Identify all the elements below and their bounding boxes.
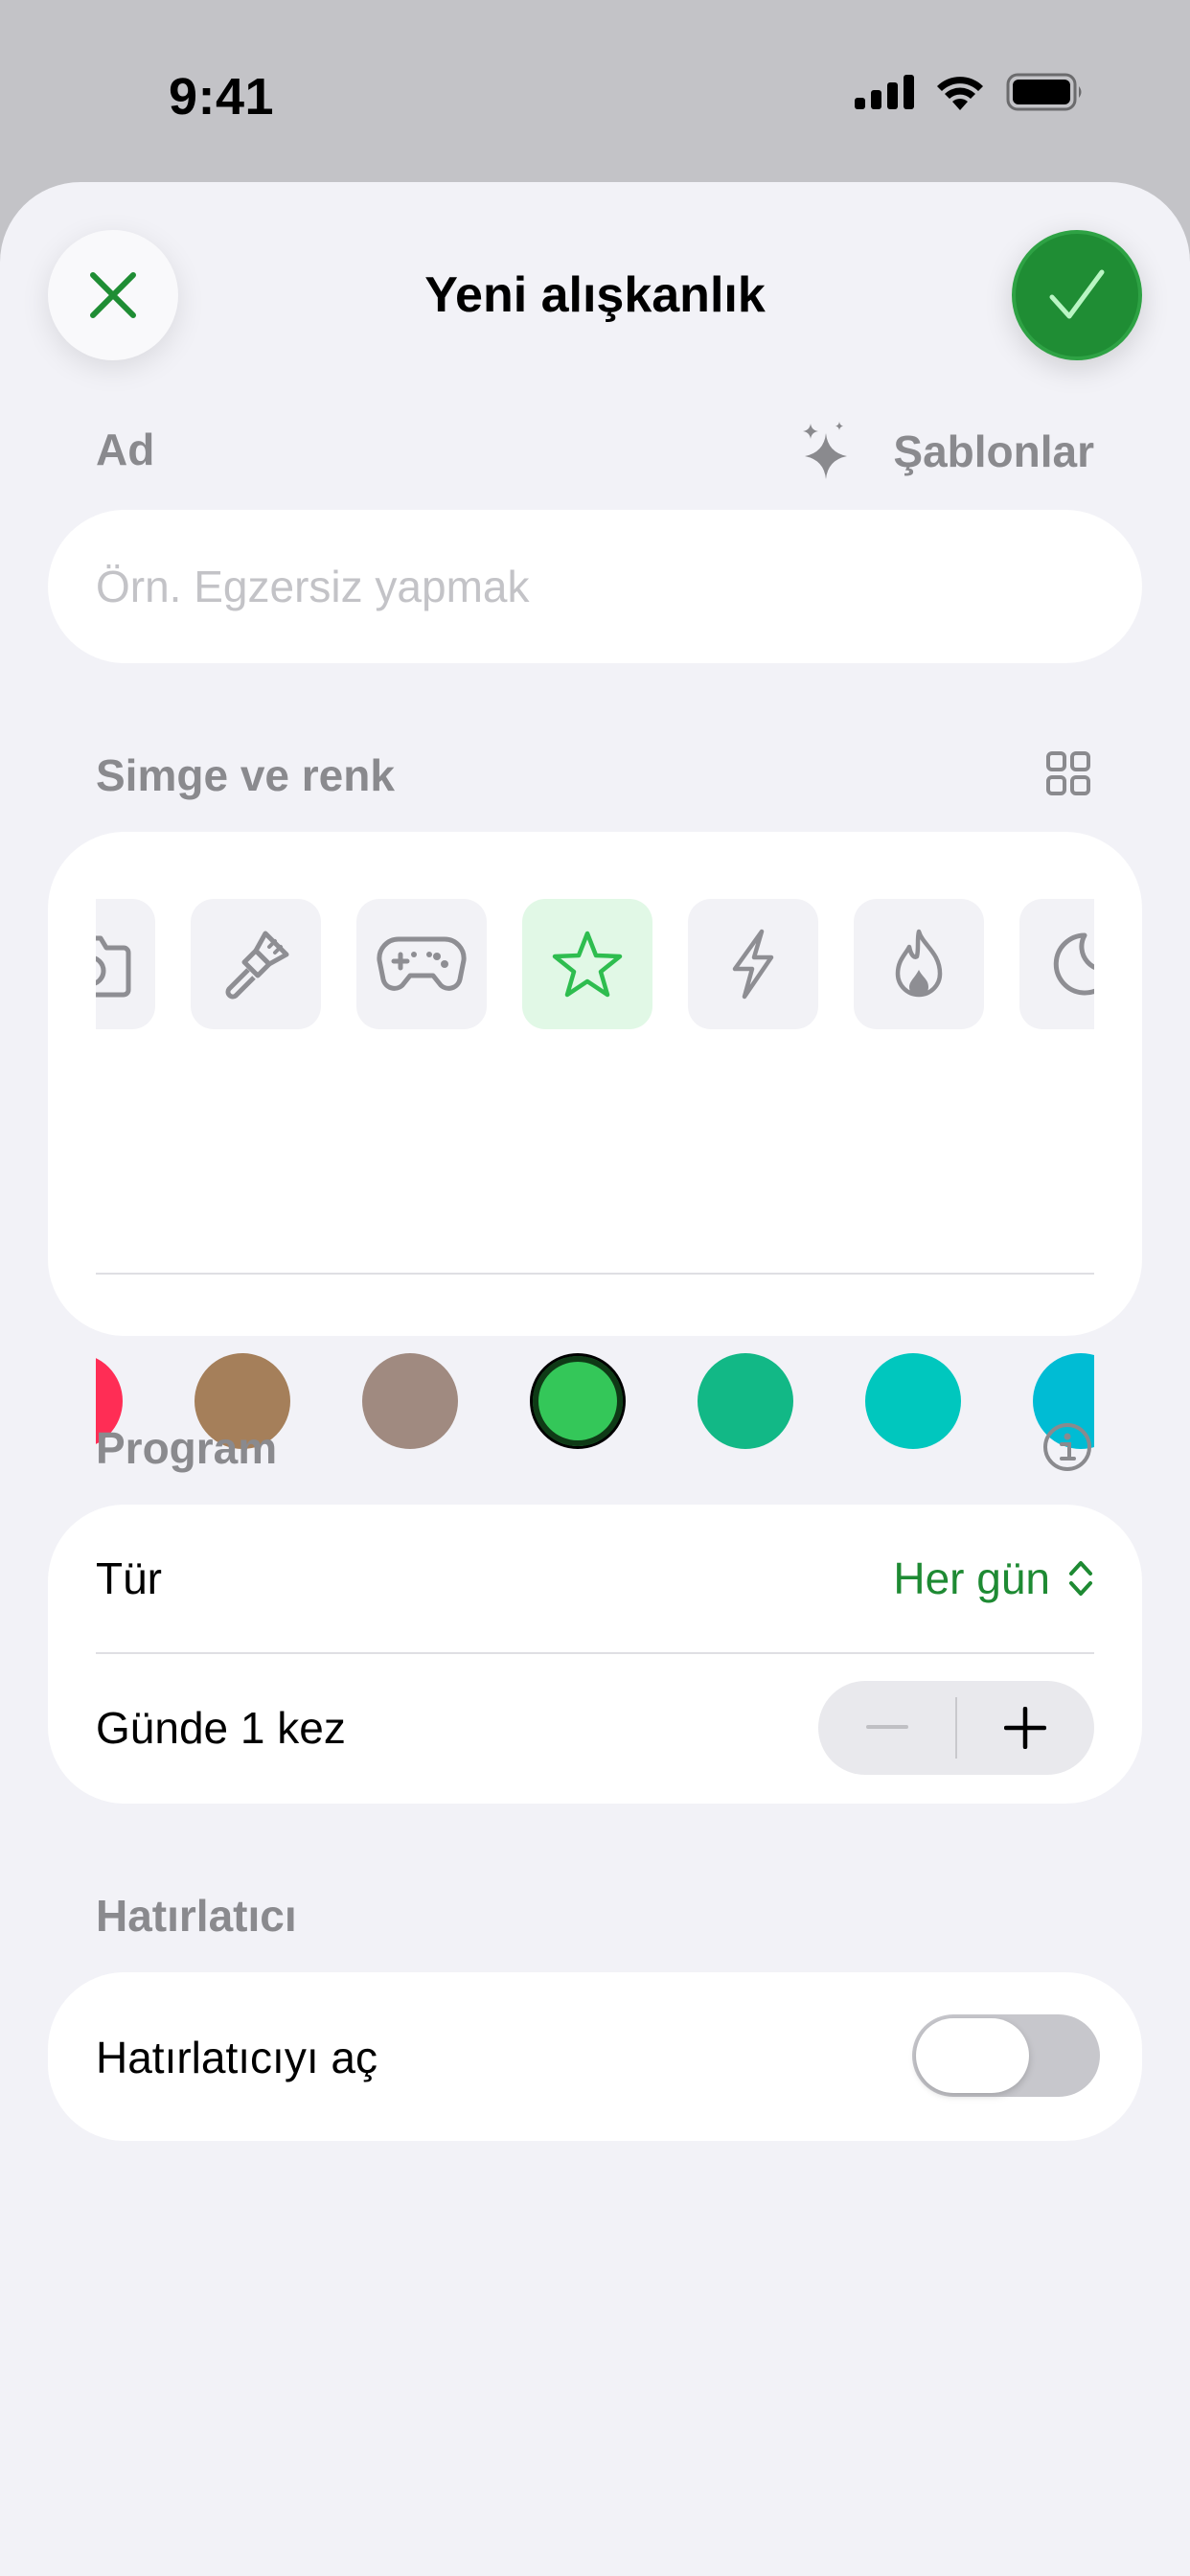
save-button[interactable]: [1012, 230, 1142, 360]
battery-icon: [1006, 73, 1082, 111]
icon-option-camera[interactable]: [96, 899, 155, 1029]
color-swatch[interactable]: [362, 1353, 458, 1449]
color-swatch[interactable]: [698, 1353, 793, 1449]
icon-color-section-label: Simge ve renk: [96, 750, 395, 800]
icon-option-star[interactable]: [522, 899, 652, 1029]
frequency-label: Günde 1 kez: [96, 1703, 346, 1753]
icon-color-card: [48, 832, 1142, 1449]
reminder-section-label: Hatırlatıcı: [96, 1891, 297, 1941]
sparkles-icon: [803, 422, 848, 479]
program-section-label: Program: [96, 1423, 278, 1473]
new-habit-sheet: Yeni alışkanlık Ad Şablonlar Simge ve re…: [0, 182, 1190, 2576]
icon-option-flame[interactable]: [854, 899, 984, 1029]
moon-icon: [1053, 932, 1094, 996]
divider: [96, 1652, 1094, 1654]
reminder-card: Hatırlatıcıyı aç: [48, 1972, 1142, 2141]
bolt-icon: [732, 929, 774, 1000]
status-time: 9:41: [169, 68, 275, 126]
icon-option-paintbrush[interactable]: [191, 899, 321, 1029]
name-section-label: Ad: [96, 425, 155, 474]
icon-option-bolt[interactable]: [688, 899, 818, 1029]
color-swatch[interactable]: [865, 1353, 961, 1449]
checkmark-icon: [1049, 269, 1105, 319]
chevron-up-down-icon: [1069, 1561, 1092, 1596]
icon-option-moon[interactable]: [1019, 899, 1094, 1029]
frequency-stepper: [818, 1681, 1094, 1775]
flame-icon: [895, 929, 943, 998]
program-card: Tür Her gün Günde 1 kez: [48, 1505, 1142, 1804]
info-icon[interactable]: [1042, 1422, 1092, 1472]
templates-button[interactable]: Şablonlar: [801, 422, 1094, 481]
habit-name-input[interactable]: [48, 510, 1142, 663]
toggle-knob: [916, 2018, 1029, 2093]
wifi-icon: [937, 77, 983, 110]
frequency-type-picker[interactable]: Her gün: [893, 1552, 1094, 1604]
frequency-type-value: Her gün: [893, 1553, 1050, 1603]
status-icons: [855, 73, 1085, 111]
type-row-label: Tür: [96, 1553, 162, 1603]
icon-option-gamecontroller[interactable]: [356, 899, 487, 1029]
gamecontroller-icon: [377, 936, 467, 991]
camera-icon: [96, 935, 131, 998]
icon-picker: [96, 899, 1094, 1029]
grid-view-icon[interactable]: [1046, 751, 1090, 795]
paintbrush-icon: [225, 931, 289, 1000]
minus-icon: [865, 1725, 908, 1729]
decrement-button[interactable]: [818, 1681, 955, 1775]
plus-icon: [1004, 1707, 1047, 1749]
reminder-toggle[interactable]: [912, 2014, 1100, 2097]
increment-button[interactable]: [957, 1681, 1094, 1775]
color-swatch[interactable]: [530, 1353, 626, 1449]
reminder-toggle-label: Hatırlatıcıyı aç: [96, 2033, 378, 2082]
templates-label: Şablonlar: [893, 426, 1094, 476]
status-bar: 9:41: [0, 0, 1190, 182]
star-icon: [552, 931, 623, 998]
divider: [96, 1273, 1094, 1275]
cellular-signal-icon: [855, 75, 914, 109]
